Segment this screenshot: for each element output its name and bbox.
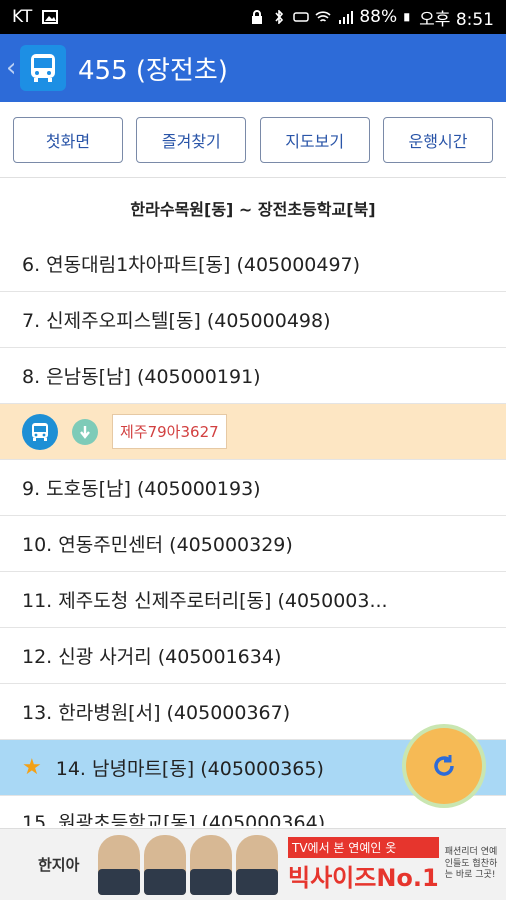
bus-plate-number: 제주79아3627 [112, 414, 227, 449]
ad-subtext: 패션리더 연예인들도 협찬하는 바로 그곳! [444, 846, 498, 881]
back-chevron-icon[interactable]: ‹ [6, 53, 18, 83]
star-icon: ★ [22, 755, 42, 780]
arrow-down-icon [72, 418, 98, 445]
ad-headline: 빅사이즈No.1 [288, 863, 439, 892]
ad-banner[interactable]: 한지아 TV에서 본 연예인 옷 빅사이즈No.1 패션리더 연예인들도 협찬하… [0, 828, 506, 900]
clock: 오후 8:51 [419, 9, 494, 30]
refresh-button[interactable] [406, 728, 482, 804]
ad-tagline: TV에서 본 연예인 옷 [288, 836, 439, 858]
stop-row[interactable]: 8. 은남동[남] (405000191) [0, 348, 506, 404]
stop-row[interactable]: 6. 연동대림1차아파트[동] (405000497) [0, 236, 506, 292]
stop-row[interactable]: 11. 제주도청 신제주로터리[동] (4050003... [0, 572, 506, 628]
bus-app-icon [20, 45, 66, 91]
bus-icon [22, 413, 58, 450]
ad-image [98, 834, 278, 895]
gallery-icon [42, 10, 59, 24]
stop-row[interactable]: 9. 도호동[남] (405000193) [0, 460, 506, 516]
schedule-button[interactable]: 운행시간 [382, 116, 493, 163]
bus-location-row[interactable]: 제주79아3627 [0, 404, 506, 460]
app-bar: ‹ 455 (장전초) [0, 34, 506, 102]
wifi-icon [315, 11, 331, 22]
hd-icon [293, 12, 310, 22]
page-title: 455 (장전초) [78, 55, 228, 86]
ad-text: TV에서 본 연예인 옷 빅사이즈No.1 [288, 836, 439, 893]
stop-row[interactable]: 12. 신광 사거리 (405001634) [0, 628, 506, 684]
bluetooth-icon [275, 10, 284, 24]
status-bar: KT 88% 오후 8:51 [0, 0, 506, 34]
map-view-button[interactable]: 지도보기 [259, 116, 370, 163]
battery-level: 88% [359, 7, 398, 27]
favorites-button[interactable]: 즐겨찾기 [136, 116, 247, 163]
lock-icon [252, 10, 263, 24]
home-button[interactable]: 첫화면 [13, 116, 123, 163]
route-range: 한라수목원[동] ~ 장전초등학교[북] [130, 200, 376, 219]
carrier-label: KT [12, 7, 33, 27]
stop-row[interactable]: 7. 신제주오피스텔[동] (405000498) [0, 292, 506, 348]
refresh-icon [434, 755, 454, 776]
ad-logo: 한지아 [38, 856, 80, 874]
stop-label: 14. 남녕마트[동] (405000365) [55, 758, 324, 780]
battery-icon [404, 13, 410, 22]
signal-icon [339, 11, 354, 24]
nav-button-row: 첫화면 즐겨찾기 지도보기 운행시간 [0, 102, 506, 178]
stop-row[interactable]: 10. 연동주민센터 (405000329) [0, 516, 506, 572]
